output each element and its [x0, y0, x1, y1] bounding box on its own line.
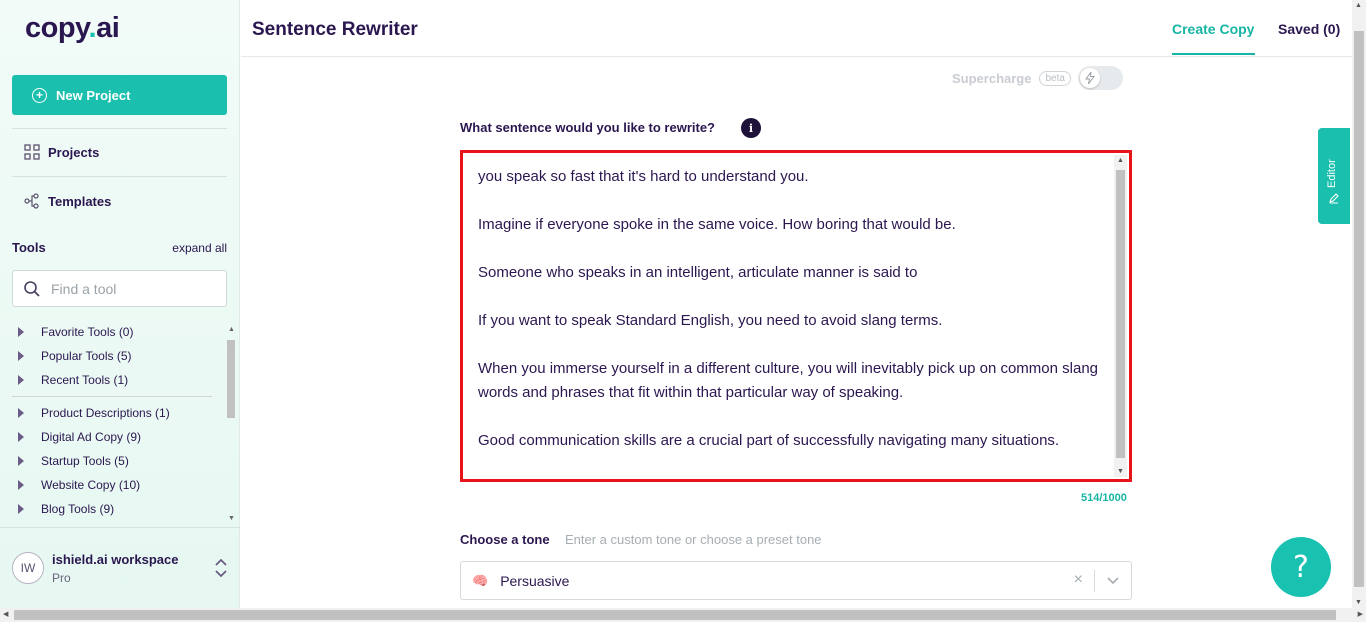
sentence-textarea[interactable]: you speak so fast that it's hard to unde…: [460, 150, 1132, 482]
scroll-down-arrow[interactable]: ▼: [1355, 599, 1362, 606]
sidebar-item-label: Projects: [48, 144, 100, 160]
character-counter: 514/1000: [1081, 492, 1127, 504]
tool-list-scrollbar[interactable]: ▲ ▼: [225, 326, 237, 522]
tool-group-product-descriptions[interactable]: Product Descriptions (1): [12, 406, 170, 420]
caret-right-icon: [18, 351, 24, 361]
supercharge-control: Supercharge beta: [952, 66, 1123, 90]
tool-group-label: Product Descriptions (1): [41, 406, 170, 420]
caret-right-icon: [18, 327, 24, 337]
info-icon[interactable]: i: [741, 118, 761, 138]
plus-circle-icon: +: [32, 87, 47, 103]
page-title: Sentence Rewriter: [252, 19, 418, 40]
avatar: IW: [12, 552, 44, 584]
beta-badge: beta: [1039, 70, 1071, 86]
sidebar-item-label: Templates: [48, 193, 112, 209]
tone-hint: Enter a custom tone or choose a preset t…: [565, 532, 822, 547]
chevron-up-down-icon[interactable]: [214, 558, 228, 578]
tool-group-startup-tools[interactable]: Startup Tools (5): [12, 454, 129, 468]
editor-tab-label: Editor: [1326, 159, 1338, 188]
divider: [1094, 570, 1095, 592]
new-project-label: New Project: [56, 87, 131, 103]
help-button[interactable]: ?: [1271, 537, 1331, 597]
copy-ai-logo[interactable]: copy.ai: [25, 12, 120, 45]
workspace-switcher[interactable]: IW ishield.ai workspace Pro: [0, 527, 240, 608]
pencil-icon: [1329, 193, 1339, 204]
workspace-name: ishield.ai workspace: [52, 552, 179, 567]
chevron-down-icon[interactable]: [1105, 572, 1121, 590]
caret-right-icon: [18, 480, 24, 490]
tool-list: Favorite Tools (0) Popular Tools (5) Rec…: [12, 322, 222, 527]
scroll-right-arrow[interactable]: ▶: [1358, 610, 1363, 618]
tone-selected-value: Persuasive: [500, 572, 570, 589]
scrollbar-thumb[interactable]: [1354, 31, 1364, 587]
supercharge-toggle[interactable]: [1077, 66, 1123, 90]
caret-right-icon: [18, 408, 24, 418]
scroll-down-arrow[interactable]: ▼: [1117, 468, 1124, 475]
page-vertical-scrollbar[interactable]: ▲ ▼: [1352, 0, 1366, 608]
find-tool-field[interactable]: [12, 270, 227, 307]
expand-all-link[interactable]: expand all: [172, 241, 227, 255]
scrollbar-thumb[interactable]: [1116, 170, 1125, 458]
divider: [12, 396, 212, 397]
sidebar: copy.ai + New Project Projects Templates…: [0, 0, 240, 608]
scroll-down-arrow[interactable]: ▼: [228, 515, 235, 522]
templates-icon: [24, 193, 39, 209]
scroll-up-arrow[interactable]: ▲: [228, 326, 235, 333]
grid-icon: [24, 144, 40, 160]
sentence-field-label: What sentence would you like to rewrite?: [460, 120, 715, 135]
caret-right-icon: [18, 456, 24, 466]
sidebar-item-projects[interactable]: Projects: [24, 144, 99, 160]
page-horizontal-scrollbar[interactable]: ◀ ▶: [0, 608, 1366, 622]
editor-tab[interactable]: Editor: [1318, 128, 1350, 224]
tool-group-favorite[interactable]: Favorite Tools (0): [12, 325, 133, 339]
find-tool-input[interactable]: [51, 280, 211, 297]
tool-group-label: Website Copy (10): [41, 478, 141, 492]
scroll-up-arrow[interactable]: ▲: [1117, 157, 1124, 164]
tool-group-label: Recent Tools (1): [41, 373, 129, 387]
tone-label: Choose a tone: [460, 532, 550, 547]
new-project-button[interactable]: + New Project: [12, 75, 227, 115]
workspace-plan: Pro: [52, 571, 71, 585]
scroll-up-arrow[interactable]: ▲: [1355, 2, 1362, 9]
sentence-text[interactable]: you speak so fast that it's hard to unde…: [478, 165, 1108, 453]
tool-group-website-copy[interactable]: Website Copy (10): [12, 478, 140, 492]
tab-create-copy[interactable]: Create Copy: [1172, 21, 1254, 37]
lightning-icon: [1079, 68, 1100, 88]
sidebar-item-templates[interactable]: Templates: [24, 193, 111, 209]
tools-header: Tools expand all: [12, 240, 227, 255]
scrollbar-thumb[interactable]: [227, 340, 235, 418]
scrollbar-thumb[interactable]: [14, 610, 1336, 620]
caret-right-icon: [18, 504, 24, 514]
active-tab-indicator: [1172, 53, 1255, 55]
caret-right-icon: [18, 432, 24, 442]
tab-saved[interactable]: Saved (0): [1278, 21, 1340, 37]
tool-group-label: Popular Tools (5): [41, 349, 132, 363]
tools-title: Tools: [12, 240, 46, 255]
tool-group-digital-ad-copy[interactable]: Digital Ad Copy (9): [12, 430, 141, 444]
tool-group-recent[interactable]: Recent Tools (1): [12, 373, 128, 387]
tool-group-label: Blog Tools (9): [41, 502, 115, 516]
tone-select[interactable]: 🧠 Persuasive ×: [460, 561, 1132, 600]
search-icon: [24, 280, 40, 297]
textarea-scrollbar[interactable]: ▲ ▼: [1114, 155, 1127, 477]
supercharge-label: Supercharge: [952, 70, 1032, 86]
top-header: Sentence Rewriter Create Copy Saved (0): [241, 0, 1352, 57]
caret-right-icon: [18, 375, 24, 385]
scroll-left-arrow[interactable]: ◀: [3, 610, 8, 618]
tool-group-label: Startup Tools (5): [41, 454, 129, 468]
tool-group-label: Favorite Tools (0): [41, 325, 134, 339]
tool-group-popular[interactable]: Popular Tools (5): [12, 349, 132, 363]
clear-icon[interactable]: ×: [1074, 571, 1083, 589]
tool-group-label: Digital Ad Copy (9): [41, 430, 142, 444]
tool-group-blog-tools[interactable]: Blog Tools (9): [12, 502, 114, 516]
brain-icon: 🧠: [472, 572, 489, 588]
